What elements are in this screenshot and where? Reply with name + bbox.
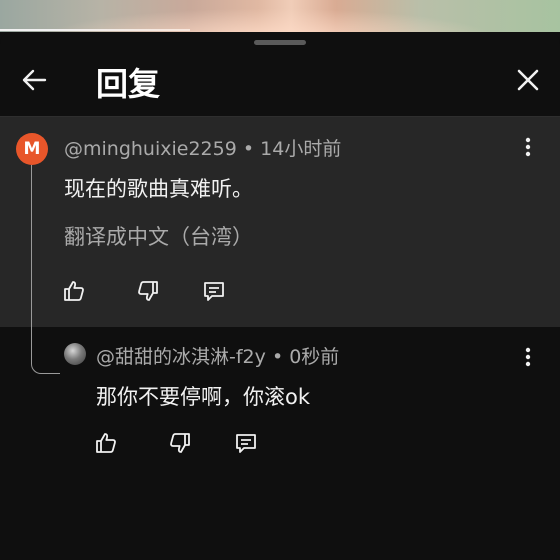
comment-time: 14小时前 [260, 138, 342, 160]
back-arrow-icon [20, 66, 48, 98]
translate-button[interactable]: 翻译成中文（台湾） [64, 221, 253, 251]
sheet-header: 回复 [0, 52, 560, 116]
more-vert-icon [525, 347, 531, 371]
page-title: 回复 [96, 65, 161, 103]
like-button[interactable] [92, 431, 120, 459]
reply-comment: @甜甜的冰淇淋-f2y • 0秒前 那你不要停啊，你滚ok [0, 327, 560, 487]
comment-text: 现在的歌曲真难听。 [64, 177, 253, 201]
reply-icon [202, 279, 226, 307]
close-button[interactable] [508, 62, 548, 102]
meta-separator: • [271, 346, 284, 368]
avatar[interactable] [64, 343, 86, 365]
dislike-button[interactable] [134, 279, 162, 307]
comment-author[interactable]: @minghuixie2259 [64, 138, 237, 160]
video-progress-bar [0, 29, 190, 31]
comment-meta: @minghuixie2259 • 14小时前 [64, 134, 341, 161]
reply-time: 0秒前 [289, 346, 340, 368]
reply-meta: @甜甜的冰淇淋-f2y • 0秒前 [96, 342, 339, 369]
reply-button[interactable] [232, 431, 260, 459]
like-icon [94, 431, 118, 459]
like-button[interactable] [60, 279, 88, 307]
reply-button[interactable] [200, 279, 228, 307]
dislike-icon [168, 431, 192, 459]
drag-handle[interactable] [254, 40, 306, 45]
video-player-peek[interactable] [0, 0, 560, 32]
parent-comment: M @minghuixie2259 • 14小时前 现在的歌曲真难听。 翻译成中… [0, 117, 560, 327]
comment-more-button[interactable] [516, 135, 540, 163]
back-button[interactable] [14, 62, 54, 102]
reply-icon [234, 431, 258, 459]
reply-text: 那你不要停啊，你滚ok [96, 385, 311, 409]
avatar[interactable]: M [16, 133, 48, 165]
reply-more-button[interactable] [516, 345, 540, 373]
close-icon [516, 68, 540, 96]
meta-separator: • [242, 138, 255, 160]
dislike-icon [136, 279, 160, 307]
dislike-button[interactable] [166, 431, 194, 459]
more-vert-icon [525, 137, 531, 161]
like-icon [62, 279, 86, 307]
reply-author[interactable]: @甜甜的冰淇淋-f2y [96, 346, 266, 368]
replies-sheet: 回复 M @minghuixie2259 • 14小时前 现在的歌曲真难听。 翻… [0, 32, 560, 560]
